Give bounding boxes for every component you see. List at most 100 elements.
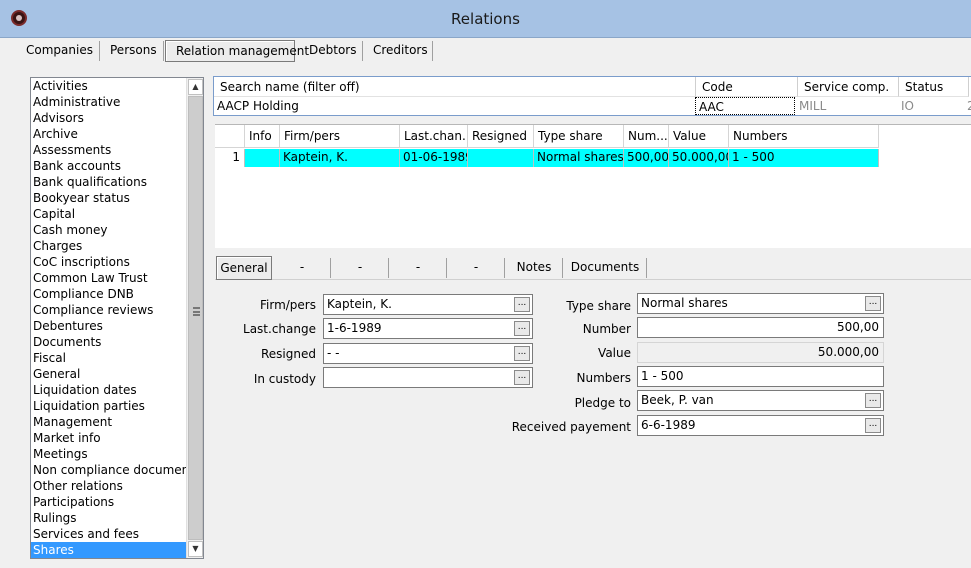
cell-numbers[interactable]: 1 - 500 (729, 149, 879, 167)
search-name-input[interactable]: AACP Holding (214, 97, 694, 115)
shares-grid[interactable]: Info Firm/pers Last.chan... Resigned Typ… (215, 124, 971, 248)
list-item[interactable]: Bank qualifications (31, 174, 187, 190)
numbers-label: Numbers (576, 371, 631, 385)
col-number-header[interactable]: Num... (624, 125, 669, 148)
cell-firm[interactable]: Kaptein, K. (280, 149, 400, 167)
code-header[interactable]: Code (696, 77, 798, 97)
in-custody-label: In custody (253, 372, 316, 386)
tab-blank-2[interactable]: - (331, 256, 389, 280)
list-item[interactable]: Non compliance documents (31, 462, 200, 478)
value-value: 50.000,00 (817, 345, 879, 359)
tab-companies[interactable]: Companies (16, 40, 100, 62)
tab-relation-management[interactable]: Relation management (165, 40, 309, 62)
grip-icon (193, 307, 200, 316)
tab-documents[interactable]: Documents (563, 256, 647, 280)
list-item[interactable]: Common Law Trust (31, 270, 187, 286)
list-item[interactable]: Activities (31, 78, 187, 94)
col-firm-header[interactable]: Firm/pers (280, 125, 400, 148)
ellipsis-icon[interactable]: ... (865, 296, 881, 311)
value-label: Value (598, 346, 631, 360)
rownum-header (215, 125, 245, 148)
col-value-header[interactable]: Value (669, 125, 729, 148)
window-title: Relations (451, 10, 520, 28)
value-field: 50.000,00 (637, 342, 884, 363)
list-item[interactable]: Capital (31, 206, 187, 222)
scroll-up-icon[interactable]: ▲ (188, 79, 203, 95)
firm-pers-value: Kaptein, K. (327, 297, 392, 311)
list-item[interactable]: Cash money (31, 222, 187, 238)
extra-input[interactable]: 2 (964, 97, 971, 115)
category-list-items: Activities Administrative Advisors Archi… (31, 78, 200, 558)
list-item[interactable]: Participations (31, 494, 187, 510)
last-change-label: Last.change (243, 322, 316, 336)
type-share-field[interactable]: Normal shares ... (637, 293, 884, 314)
received-payement-value: 6-6-1989 (641, 418, 696, 432)
list-item[interactable]: Compliance DNB (31, 286, 187, 302)
list-item[interactable]: Debentures (31, 318, 187, 334)
list-scrollbar[interactable]: ▲ ▼ (186, 78, 203, 558)
status-input[interactable]: IO (898, 97, 964, 115)
cell-info[interactable] (245, 149, 280, 167)
list-item[interactable]: Archive (31, 126, 187, 142)
numbers-field[interactable]: 1 - 500 (637, 366, 884, 387)
list-item[interactable]: Market info (31, 430, 187, 446)
list-item[interactable]: Rulings (31, 510, 187, 526)
list-item[interactable]: Administrative (31, 94, 187, 110)
cell-value[interactable]: 50.000,00 (669, 149, 729, 167)
number-value: 500,00 (837, 320, 879, 334)
scroll-thumb[interactable] (188, 96, 203, 540)
list-item[interactable]: Assessments (31, 142, 187, 158)
cell-number[interactable]: 500,00 (624, 149, 669, 167)
search-name-header[interactable]: Search name (filter off) (214, 77, 696, 97)
service-comp-header[interactable]: Service comp. (798, 77, 899, 97)
cell-resigned[interactable] (468, 149, 534, 167)
tab-blank-3[interactable]: - (389, 256, 447, 280)
list-item[interactable]: Advisors (31, 110, 187, 126)
received-payement-field[interactable]: 6-6-1989 ... (637, 415, 884, 436)
cell-type-share[interactable]: Normal shares (534, 149, 624, 167)
title-bar: Relations (0, 0, 971, 38)
category-list[interactable]: Activities Administrative Advisors Archi… (30, 77, 204, 559)
tab-persons[interactable]: Persons (100, 40, 164, 62)
cell-last-change[interactable]: 01-06-1989 (400, 149, 468, 167)
list-item[interactable]: Compliance reviews (31, 302, 187, 318)
tab-blank-4[interactable]: - (447, 256, 505, 280)
detail-tab-bar: General - - - - Notes Documents (215, 256, 971, 280)
list-item[interactable]: General (31, 366, 187, 382)
firm-pers-label: Firm/pers (259, 298, 316, 312)
type-share-value: Normal shares (641, 296, 728, 310)
service-comp-input[interactable]: MILL (796, 97, 896, 115)
status-header[interactable]: Status (899, 77, 969, 97)
number-field[interactable]: 500,00 (637, 317, 884, 338)
col-numbers-header[interactable]: Numbers (729, 125, 879, 148)
list-item[interactable]: Liquidation dates (31, 382, 187, 398)
tab-notes[interactable]: Notes (505, 256, 563, 280)
col-type-share-header[interactable]: Type share (534, 125, 624, 148)
col-resigned-header[interactable]: Resigned (468, 125, 534, 148)
tab-debtors[interactable]: Debtors (299, 40, 363, 62)
type-share-label: Type share (566, 299, 631, 313)
code-input[interactable]: AAC (695, 97, 795, 115)
ellipsis-icon[interactable]: ... (865, 418, 881, 433)
scroll-down-icon[interactable]: ▼ (188, 541, 203, 557)
list-item[interactable]: Management (31, 414, 187, 430)
list-item[interactable]: Bookyear status (31, 190, 187, 206)
ellipsis-icon[interactable]: ... (865, 393, 881, 408)
list-item[interactable]: Services and fees (31, 526, 187, 542)
col-last-change-header[interactable]: Last.chan... (400, 125, 468, 148)
tab-general[interactable]: General (216, 256, 272, 280)
list-item[interactable]: Fiscal (31, 350, 187, 366)
pledge-to-field[interactable]: Beek, P. van ... (637, 390, 884, 411)
list-item[interactable]: Documents (31, 334, 187, 350)
col-info-header[interactable]: Info (245, 125, 280, 148)
list-item[interactable]: Charges (31, 238, 187, 254)
list-item[interactable]: Liquidation parties (31, 398, 187, 414)
list-item-selected[interactable]: Shares (31, 542, 187, 558)
list-item[interactable]: CoC inscriptions (31, 254, 187, 270)
list-item[interactable]: Other relations (31, 478, 187, 494)
search-panel: Search name (filter off) Code Service co… (213, 76, 971, 116)
tab-blank-1[interactable]: - (273, 256, 331, 280)
list-item[interactable]: Bank accounts (31, 158, 187, 174)
tab-creditors[interactable]: Creditors (363, 40, 433, 62)
list-item[interactable]: Meetings (31, 446, 187, 462)
